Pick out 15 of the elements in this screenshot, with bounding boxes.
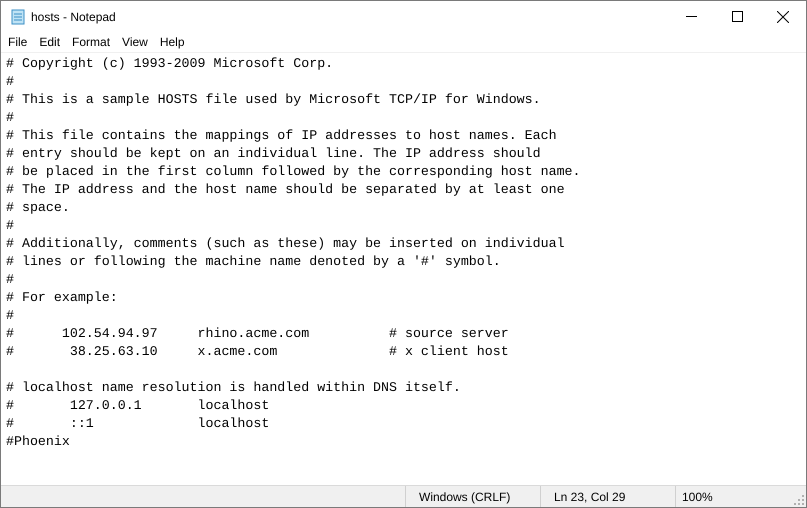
minimize-icon[interactable] bbox=[686, 16, 696, 17]
editor-text: # Copyright (c) 1993-2009 Microsoft Corp. # # This is a sample HOSTS file used by Microsoft TCP/IP for Windows. # # This file contains the mappings of IP addresses to host names. Each # entry should be kept on an individual line. The IP address should # be placed in the first column followed by the corresponding host name. # The IP address and the host name should be separated by at least one # space. # # Additionally, comments (such as these) may be inserted on individual # lines or following the machine name denoted by a '#' symbol. # # For example: # # 102.54.94.97 rhino.acme.com # source server # 38.25.63.10 x.acme.com # x client host # localhost name resolution is handled within DNS itself. # 127.0.0.1 localhost # ::1 localhost #Phoenix bbox=[6, 55, 581, 451]
menu-item[interactable]: Edit bbox=[33, 33, 66, 51]
menu-item[interactable]: View bbox=[116, 33, 154, 51]
status-text: Windows (CRLF) bbox=[419, 490, 510, 504]
notepad-icon bbox=[11, 8, 25, 24]
status-text: 100% bbox=[682, 490, 713, 504]
menu-item[interactable]: File bbox=[2, 33, 34, 51]
window-title: hosts - Notepad bbox=[31, 10, 117, 24]
maximize-icon[interactable] bbox=[732, 11, 742, 22]
status-text: Ln 23, Col 29 bbox=[554, 490, 626, 504]
menu-item[interactable]: Format bbox=[66, 33, 116, 51]
menu-item[interactable]: Help bbox=[154, 33, 191, 51]
close-icon[interactable] bbox=[777, 10, 789, 22]
resize-grip-icon[interactable] bbox=[794, 495, 804, 505]
